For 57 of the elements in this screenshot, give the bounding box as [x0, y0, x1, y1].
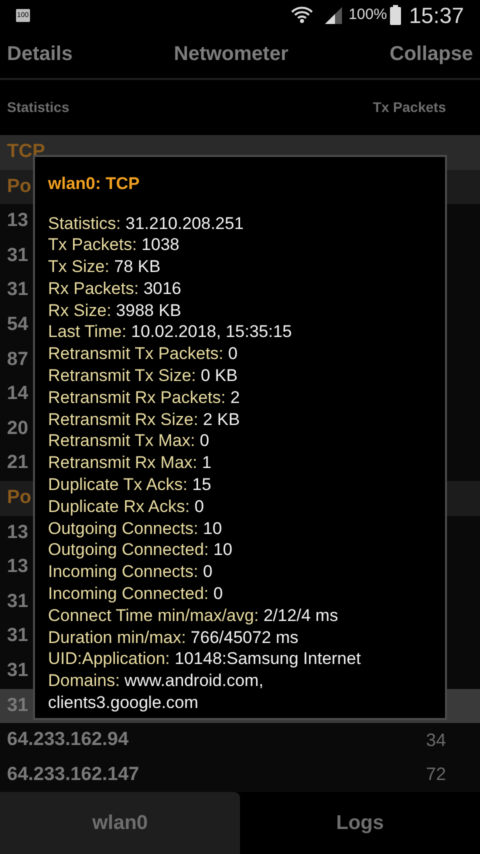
detail-line: Retransmit Rx Max: 1 — [48, 452, 212, 474]
detail-line: Statistics: 31.210.208.251 — [48, 212, 245, 234]
detail-line: Retransmit Tx Size: 0 KB — [48, 365, 239, 387]
table-row[interactable]: 64.233.162.94 34 — [0, 723, 480, 758]
column-header: Tx Packets — [372, 98, 446, 117]
row-label: 13 — [7, 520, 28, 545]
row-label: 13 — [7, 209, 28, 234]
battery-percent: 100% — [348, 4, 387, 25]
detail-line: Incoming Connected: 0 — [48, 583, 224, 605]
detail-line: Outgoing Connects: 10 — [48, 518, 223, 540]
row-label: 31 — [7, 244, 28, 268]
detail-line: Connect Time min/max/avg: 2/12/4 ms — [48, 604, 340, 627]
collapse-button[interactable]: Collapse — [390, 39, 473, 69]
detail-line: Duration min/max: 766/45072 ms — [48, 626, 300, 648]
row-label: 54 — [7, 313, 28, 338]
details-button[interactable]: Details — [7, 39, 73, 69]
row-label: 87 — [7, 348, 28, 372]
row-label: 31 — [7, 278, 28, 302]
row-value: 34 — [426, 728, 446, 752]
detail-line: Duplicate Tx Acks: 15 — [48, 474, 212, 496]
row-label: 14 — [7, 382, 28, 406]
detail-line: Domains: www.android.com, clients3.google.com — [48, 670, 264, 714]
signal-icon — [322, 5, 343, 25]
row-label: 21 — [7, 451, 28, 476]
detail-line: Rx Packets: 3016 — [48, 278, 182, 300]
detail-line: Last Time: 10.02.2018, 15:35:15 — [48, 321, 293, 344]
detail-line: UID:Application: 10148:Samsung Internet — [48, 648, 362, 670]
row-label: 31 — [7, 658, 28, 683]
detail-line: Outgoing Connected: 10 — [48, 539, 234, 562]
table-row[interactable]: 64.233.162.147 72 — [0, 758, 480, 792]
detail-line: Tx Packets: 1038 — [48, 234, 180, 256]
row-label: 64.233.162.147 — [7, 762, 140, 787]
dialog-title: wlan0: TCP — [48, 173, 141, 195]
detail-line: Retransmit Rx Size: 2 KB — [48, 408, 241, 430]
wifi-icon — [290, 5, 313, 25]
row-label: 31 — [7, 590, 28, 614]
detail-line: Rx Size: 3988 KB — [48, 300, 182, 322]
row-label: 31 — [7, 624, 28, 648]
detail-line: Retransmit Tx Packets: 0 — [48, 343, 239, 366]
detail-line: Duplicate Rx Acks: 0 — [48, 496, 205, 518]
row-label: Po — [7, 486, 32, 510]
detail-line: Incoming Connects: 0 — [48, 561, 214, 584]
clock-time: 15:37 — [408, 2, 464, 30]
row-label: 13 — [7, 555, 28, 580]
detail-line: Retransmit Tx Max: 0 — [48, 430, 210, 452]
app-title: Netwometer — [174, 42, 288, 67]
row-value: 72 — [426, 763, 446, 786]
row-label: TCP — [7, 140, 45, 164]
row-label: 64.233.162.94 — [7, 728, 129, 752]
detail-line: Tx Size: 78 KB — [48, 256, 162, 278]
column-header: Statistics — [7, 98, 70, 117]
bottom-tab[interactable]: wlan0 — [0, 792, 240, 854]
row-label: 20 — [7, 416, 28, 441]
row-label: Po — [7, 174, 32, 199]
battery-icon — [390, 5, 401, 25]
row-label: 31 — [7, 694, 28, 718]
detail-line: Retransmit Rx Packets: 2 — [48, 386, 241, 409]
